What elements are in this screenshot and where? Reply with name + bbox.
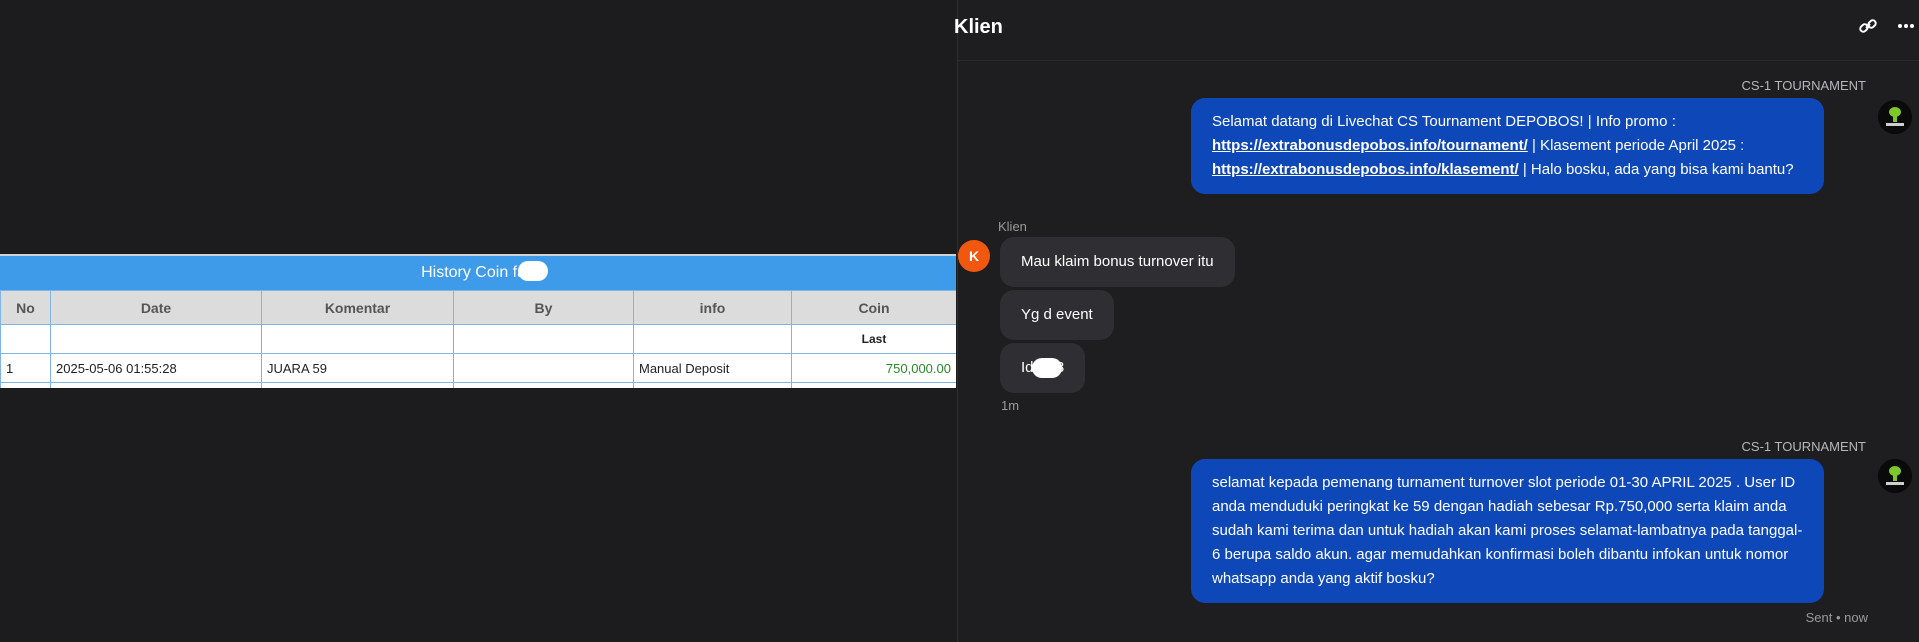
cell-by [453,353,634,383]
cell-komentar: JUARA 59 [261,353,454,383]
klasement-link[interactable]: https://extrabonusdepobos.info/klasement… [1212,161,1519,178]
client-message-bubble: Id f8 [1000,343,1086,393]
message-status: Sent • now [1805,610,1868,625]
chat-title: Klien [954,16,1003,38]
redaction-mark [518,260,548,281]
table-header-row: No Date Komentar By info Coin [0,290,956,325]
col-coin: Coin [791,290,956,325]
history-coin-panel: History Coin fa8 No Date Komentar By inf… [0,254,956,388]
message-text: Yg d event [1021,306,1093,323]
col-komentar: Komentar [261,290,454,325]
col-info: info [633,290,792,325]
cell-info: Manual Deposit [633,353,792,383]
last-label: Last [791,324,956,354]
client-avatar: K [958,240,990,272]
message-timestamp: 1m [1001,398,1020,413]
col-date: Date [50,290,262,325]
cell-no: 1 [0,353,51,383]
col-by: By [453,290,634,325]
agent-avatar [1878,100,1912,134]
agent-message-bubble: Selamat datang di Livechat CS Tournament… [1191,98,1824,194]
message-text: | Halo bosku, ada yang bisa kami bantu? [1518,161,1794,178]
table-row: 1 2025-05-06 01:55:28 JUARA 59 Manual De… [0,353,956,383]
message-text: | Klasement periode April 2025 : [1527,137,1745,154]
message-text: Selamat datang di Livechat CS Tournament… [1212,113,1676,130]
col-no: No [0,290,51,325]
history-title: History Coin fa8 [0,256,956,290]
agent-sender-label: CS-1 TOURNAMENT [1741,78,1866,93]
client-sender-label: Klien [998,219,1027,234]
message-text: 8 [1055,359,1065,376]
chat-pane: Klien CS-1 TOURNAMENT Selamat datang di … [954,0,1919,642]
message-text: selamat kepada pemenang turnament turnov… [1212,474,1803,587]
history-pane: History Coin fa8 No Date Komentar By inf… [0,0,957,642]
message-text: Mau klaim bonus turnover itu [1021,253,1214,270]
cell-coin: 750,000.00 [791,353,956,383]
agent-avatar [1878,459,1912,493]
history-table: No Date Komentar By info Coin Last 1 202… [0,290,956,388]
client-message-bubble: Mau klaim bonus turnover itu [1000,237,1235,287]
tournament-link[interactable]: https://extrabonusdepobos.info/tournamen… [1212,137,1528,154]
link-icon[interactable] [1856,16,1880,40]
depobos-logo-icon [1878,100,1912,134]
depobos-logo-icon [1878,459,1912,493]
cell-date: 2025-05-06 01:55:28 [50,353,262,383]
client-message-bubble: Yg d event [1000,290,1114,340]
agent-sender-label: CS-1 TOURNAMENT [1741,439,1866,454]
table-subheader-row: Last [0,324,956,354]
history-title-text: History Coin fa [421,264,526,281]
more-icon[interactable] [1894,16,1918,40]
chat-header: Klien [954,0,1919,61]
agent-message-bubble: selamat kepada pemenang turnament turnov… [1191,459,1824,603]
